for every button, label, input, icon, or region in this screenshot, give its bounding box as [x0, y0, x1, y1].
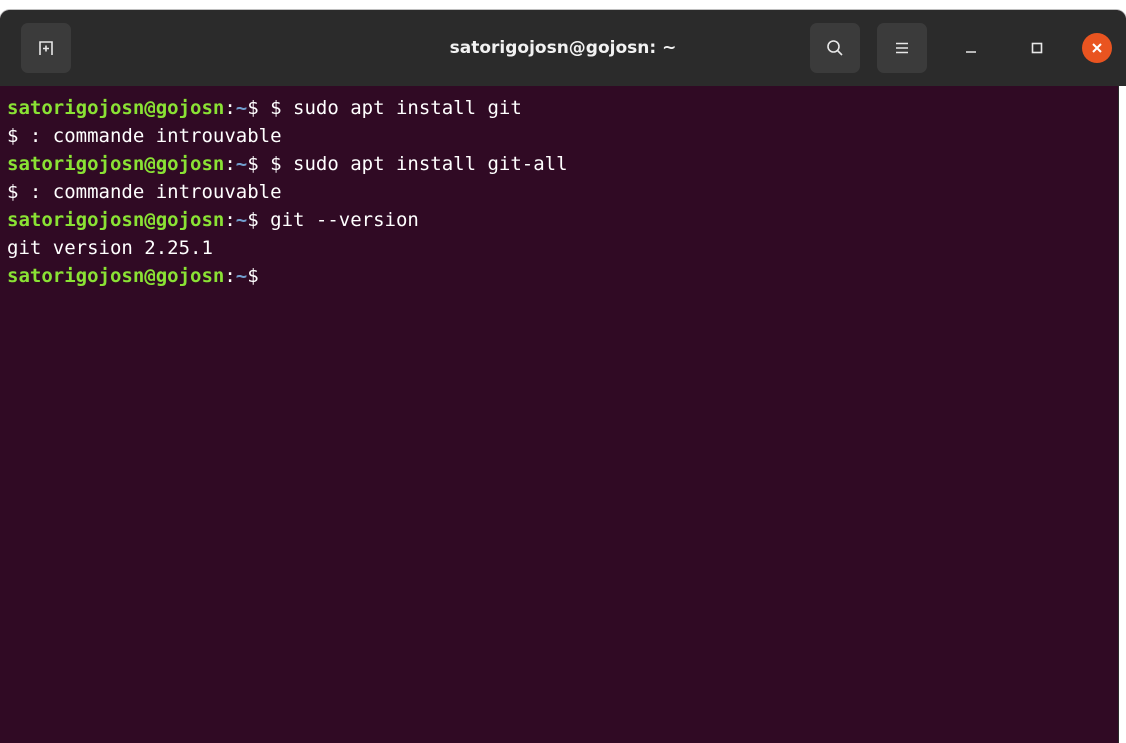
new-tab-button[interactable] — [21, 23, 71, 73]
output-text: $ : commande introuvable — [7, 125, 282, 147]
prompt-user-host: satorigojosn@gojosn — [7, 209, 225, 231]
search-icon — [827, 40, 843, 56]
terminal-prompt-line: satorigojosn@gojosn:~$ $ sudo apt instal… — [7, 94, 1118, 122]
terminal-prompt-line: satorigojosn@gojosn:~$ git --version — [7, 206, 1118, 234]
scrollbar[interactable] — [1118, 86, 1126, 743]
terminal-prompt-line: satorigojosn@gojosn:~$ — [7, 262, 1118, 290]
output-text: $ : commande introuvable — [7, 181, 282, 203]
terminal-output-line: $ : commande introuvable — [7, 122, 1118, 150]
prompt-separator: : — [224, 265, 236, 287]
prompt-path: ~ — [235, 153, 248, 175]
terminal-output-line: $ : commande introuvable — [7, 178, 1118, 206]
prompt-user-host: satorigojosn@gojosn — [7, 265, 225, 287]
title-bar[interactable]: satorigojosn@gojosn: ~ — [0, 10, 1126, 86]
prompt-command: $ sudo apt install git-all — [258, 153, 568, 175]
prompt-symbol: $ — [247, 97, 259, 119]
prompt-separator: : — [224, 97, 236, 119]
prompt-command: $ sudo apt install git — [258, 97, 522, 119]
maximize-icon — [1031, 42, 1043, 54]
maximize-button[interactable] — [1022, 33, 1052, 63]
terminal-output-line: git version 2.25.1 — [7, 234, 1118, 262]
prompt-path: ~ — [235, 209, 248, 231]
output-text: git version 2.25.1 — [7, 237, 213, 259]
close-button[interactable] — [1082, 33, 1112, 63]
prompt-symbol: $ — [247, 209, 259, 231]
new-tab-icon — [39, 41, 53, 55]
hamburger-menu-icon — [896, 42, 908, 54]
terminal-window: satorigojosn@gojosn: ~ satorigojosn@gojo… — [0, 10, 1126, 743]
menu-button[interactable] — [877, 23, 927, 73]
prompt-symbol: $ — [247, 153, 259, 175]
prompt-separator: : — [224, 209, 236, 231]
prompt-command: git --version — [258, 209, 419, 231]
terminal-output[interactable]: satorigojosn@gojosn:~$ $ sudo apt instal… — [0, 86, 1118, 743]
terminal-prompt-line: satorigojosn@gojosn:~$ $ sudo apt instal… — [7, 150, 1118, 178]
prompt-separator: : — [224, 153, 236, 175]
prompt-path: ~ — [235, 265, 248, 287]
search-button[interactable] — [810, 23, 860, 73]
prompt-user-host: satorigojosn@gojosn — [7, 97, 225, 119]
prompt-user-host: satorigojosn@gojosn — [7, 153, 225, 175]
prompt-path: ~ — [235, 97, 248, 119]
minimize-icon — [966, 51, 976, 53]
close-icon — [1092, 43, 1102, 53]
prompt-symbol: $ — [247, 265, 259, 287]
minimize-button[interactable] — [956, 33, 986, 63]
